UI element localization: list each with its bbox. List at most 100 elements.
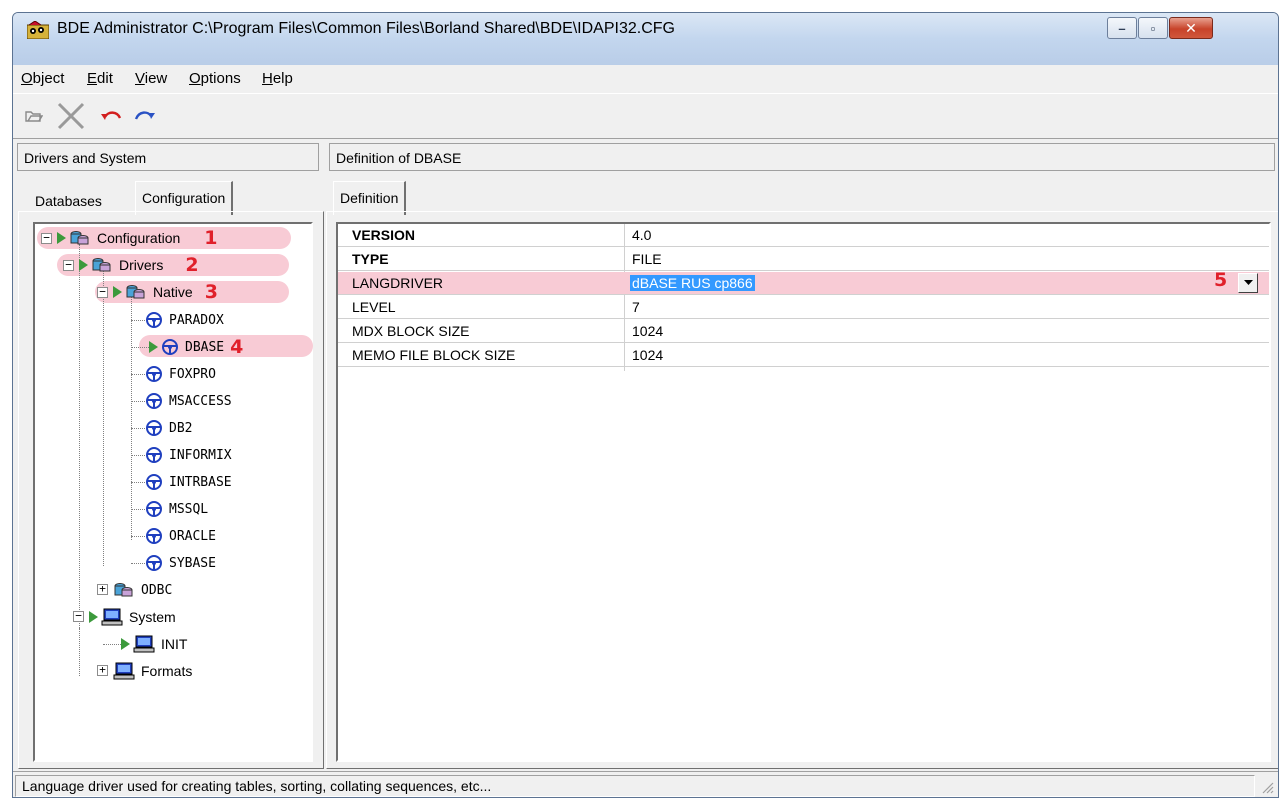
left-tabstrip: Databases Configuration xyxy=(21,181,321,215)
tree-label: Formats xyxy=(141,663,193,679)
delete-button[interactable] xyxy=(53,101,89,131)
close-icon: ✕ xyxy=(1185,19,1197,36)
tree-node-drivers[interactable]: Drivers 2 xyxy=(79,253,199,277)
tree-label: Configuration xyxy=(97,230,181,246)
menu-edit[interactable]: Edit xyxy=(87,70,113,87)
param-name: LANGDRIVER xyxy=(352,275,444,291)
tree-node-odbc[interactable]: ODBC xyxy=(113,578,172,602)
tree-label: PARADOX xyxy=(169,312,224,328)
tree-label: INIT xyxy=(161,636,188,652)
tree-label: SYBASE xyxy=(169,555,216,571)
collapse-toggle[interactable]: − xyxy=(73,610,84,622)
param-value[interactable]: FILE xyxy=(632,251,662,267)
definition-row-langdriver[interactable]: LANGDRIVER dBASE RUS cp866 5 xyxy=(338,269,1269,295)
tree-node-mssql[interactable]: MSSQL xyxy=(145,497,208,521)
computer-icon xyxy=(133,635,155,653)
tree-label: ODBC xyxy=(141,582,173,598)
tab-configuration[interactable]: Configuration xyxy=(135,181,234,215)
tree-node-db2[interactable]: DB2 xyxy=(145,416,192,440)
database-icon xyxy=(70,231,89,245)
tree-label: Drivers xyxy=(119,257,164,273)
configuration-tree[interactable]: − Configuration 1 − Drivers 2 − Native 3… xyxy=(33,222,313,762)
tree-panel: − Configuration 1 − Drivers 2 − Native 3… xyxy=(18,211,324,769)
expand-toggle[interactable]: + xyxy=(97,664,108,676)
delete-icon xyxy=(57,102,85,130)
collapse-toggle[interactable]: − xyxy=(63,259,74,271)
resize-grip-icon[interactable] xyxy=(1260,780,1274,794)
tree-node-sybase[interactable]: SYBASE xyxy=(145,551,216,575)
redo-button[interactable] xyxy=(129,104,159,128)
definition-row[interactable]: MDX BLOCK SIZE 1024 xyxy=(338,320,1269,343)
tree-node-paradox[interactable]: PARADOX xyxy=(145,308,224,332)
tree-node-foxpro[interactable]: FOXPRO xyxy=(145,362,216,386)
definition-row[interactable]: TYPE FILE xyxy=(338,248,1269,271)
close-button[interactable]: ✕ xyxy=(1169,17,1213,39)
chevron-down-icon xyxy=(1243,280,1253,285)
tree-label: MSACCESS xyxy=(169,393,232,409)
tab-definition[interactable]: Definition xyxy=(333,181,407,215)
definition-grid[interactable]: VERSION 4.0 TYPE FILE LANGDRIVER dBASE R… xyxy=(336,222,1271,762)
computer-icon xyxy=(113,662,135,680)
tab-databases[interactable]: Databases xyxy=(29,181,108,215)
annotation-3: 3 xyxy=(204,281,218,303)
tree-node-formats[interactable]: Formats xyxy=(113,659,192,683)
play-icon xyxy=(79,259,88,271)
param-name: VERSION xyxy=(352,227,416,243)
tree-node-informix[interactable]: INFORMIX xyxy=(145,443,232,467)
title-bar[interactable]: BDE Administrator C:\Program Files\Commo… xyxy=(13,13,1278,65)
computer-icon xyxy=(101,608,123,626)
undo-button[interactable] xyxy=(97,104,127,128)
app-icon xyxy=(27,21,49,39)
tree-label: ORACLE xyxy=(169,528,216,544)
tree-node-intrbase[interactable]: INTRBASE xyxy=(145,470,232,494)
play-icon xyxy=(121,638,130,650)
definition-panel: VERSION 4.0 TYPE FILE LANGDRIVER dBASE R… xyxy=(326,211,1278,769)
param-value[interactable]: 4.0 xyxy=(632,227,651,243)
play-icon xyxy=(113,286,122,298)
minimize-button[interactable]: – xyxy=(1107,17,1137,39)
database-icon xyxy=(126,285,145,299)
steering-wheel-icon xyxy=(146,555,162,571)
steering-wheel-icon xyxy=(146,366,162,382)
menu-options[interactable]: Options xyxy=(189,70,241,87)
definition-row[interactable]: VERSION 4.0 xyxy=(338,224,1269,247)
collapse-toggle[interactable]: − xyxy=(97,286,108,298)
menu-help[interactable]: Help xyxy=(262,70,293,87)
tree-label: FOXPRO xyxy=(169,366,216,382)
tree-label: INTRBASE xyxy=(169,474,232,490)
tree-node-configuration[interactable]: Configuration 1 xyxy=(57,226,218,250)
undo-icon xyxy=(101,111,122,120)
langdriver-dropdown-button[interactable] xyxy=(1238,273,1258,293)
open-button[interactable] xyxy=(19,104,49,128)
tree-node-init[interactable]: INIT xyxy=(121,632,187,656)
tree-node-system[interactable]: System xyxy=(89,605,176,629)
collapse-toggle[interactable]: − xyxy=(41,232,52,244)
menu-object[interactable]: Object xyxy=(21,70,64,87)
definition-row[interactable]: MEMO FILE BLOCK SIZE 1024 xyxy=(338,344,1269,367)
annotation-4: 4 xyxy=(230,336,244,358)
redo-icon xyxy=(134,111,155,120)
right-tabstrip: Definition xyxy=(329,181,629,215)
status-text: Language driver used for creating tables… xyxy=(15,775,1255,797)
database-icon xyxy=(92,258,111,272)
param-value[interactable]: 1024 xyxy=(632,347,663,363)
tree-node-msaccess[interactable]: MSACCESS xyxy=(145,389,232,413)
database-icon xyxy=(114,583,133,597)
tree-node-oracle[interactable]: ORACLE xyxy=(145,524,216,548)
steering-wheel-icon xyxy=(146,447,162,463)
definition-row[interactable]: LEVEL 7 xyxy=(338,296,1269,319)
drivers-and-system-header: Drivers and System xyxy=(17,143,319,171)
tree-label: Native xyxy=(153,284,193,300)
annotation-5: 5 xyxy=(1214,269,1228,291)
langdriver-value[interactable]: dBASE RUS cp866 xyxy=(630,275,755,291)
toolbar xyxy=(13,93,1278,139)
menu-view[interactable]: View xyxy=(135,70,167,87)
status-bar: Language driver used for creating tables… xyxy=(13,771,1278,797)
param-value[interactable]: 7 xyxy=(632,299,640,315)
expand-toggle[interactable]: + xyxy=(97,583,108,595)
tree-node-native[interactable]: Native 3 xyxy=(113,280,218,304)
tree-label: System xyxy=(129,609,176,625)
maximize-button[interactable]: ▫ xyxy=(1138,17,1168,39)
tree-node-dbase[interactable]: DBASE 4 xyxy=(149,335,243,359)
param-value[interactable]: 1024 xyxy=(632,323,663,339)
